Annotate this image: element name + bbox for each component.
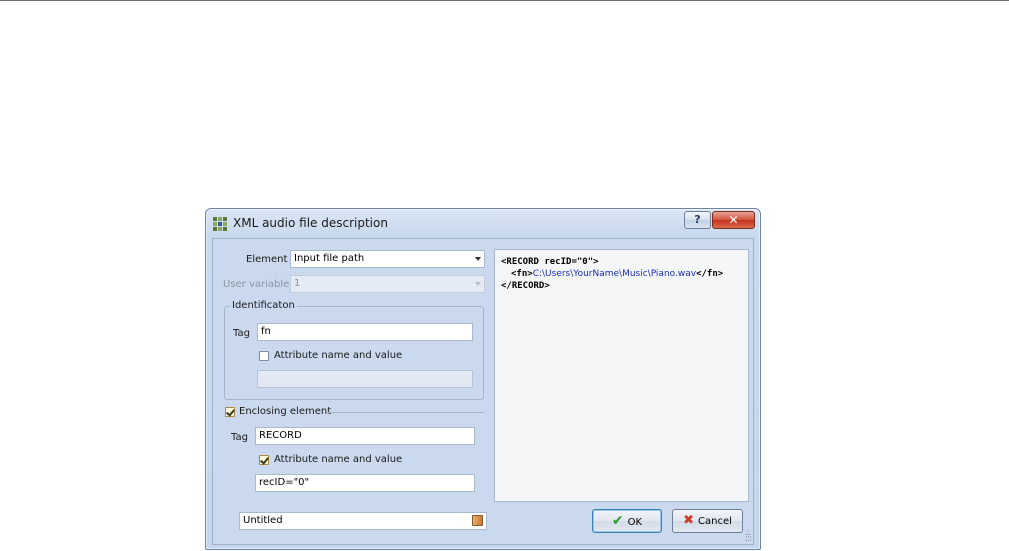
folder-icon[interactable] bbox=[472, 515, 483, 526]
xml-line-3: </RECORD> bbox=[501, 281, 550, 291]
enclosing-tag-input[interactable]: RECORD bbox=[255, 427, 475, 445]
close-button[interactable]: ✕ bbox=[712, 211, 755, 229]
identification-legend: Identificaton bbox=[230, 300, 297, 311]
enclosing-attribute-checkbox[interactable] bbox=[259, 455, 269, 465]
user-variable-select: 1 bbox=[290, 275, 485, 293]
identification-tag-value: fn bbox=[261, 326, 271, 337]
ok-button[interactable]: ✔ OK bbox=[592, 509, 662, 533]
xml-line-1: <RECORD recID="0"> bbox=[501, 257, 599, 267]
enclosing-separator bbox=[327, 412, 484, 413]
element-label: Element bbox=[246, 254, 288, 265]
dialog-window: XML audio file description ? ✕ Element I… bbox=[205, 208, 761, 550]
element-select-value: Input file path bbox=[294, 253, 365, 264]
xml-preview-panel[interactable]: <RECORD recID="0"> <fn>C:\Users\YourName… bbox=[494, 249, 749, 502]
enclosing-attribute-input[interactable]: recID="0" bbox=[255, 474, 475, 492]
identification-tag-label: Tag bbox=[233, 328, 250, 339]
help-button[interactable]: ? bbox=[684, 211, 711, 229]
file-name-input[interactable]: Untitled bbox=[239, 512, 487, 530]
user-variable-value: 1 bbox=[294, 278, 301, 289]
xml-line-2: <fn>C:\Users\YourName\Music\Piano.wav</f… bbox=[511, 269, 724, 279]
user-variable-label: User variable bbox=[223, 279, 290, 290]
enclosing-tag-value: RECORD bbox=[259, 430, 302, 441]
cancel-button[interactable]: ✖ Cancel bbox=[672, 509, 743, 533]
window-title: XML audio file description bbox=[233, 216, 388, 230]
element-select[interactable]: Input file path bbox=[290, 250, 485, 268]
chevron-down-icon bbox=[475, 257, 481, 261]
enclosing-element-checkbox[interactable] bbox=[225, 407, 235, 417]
enclosing-element-label: Enclosing element bbox=[239, 406, 332, 417]
file-name-value: Untitled bbox=[243, 515, 283, 526]
cross-icon: ✖ bbox=[683, 513, 694, 528]
enclosing-attribute-value: recID="0" bbox=[259, 477, 310, 488]
identification-attribute-input bbox=[257, 370, 473, 388]
dialog-client-area: Element Input file path User variable 1 … bbox=[212, 238, 754, 545]
title-bar[interactable]: XML audio file description ? ✕ bbox=[206, 209, 760, 237]
identification-tag-input[interactable]: fn bbox=[257, 323, 473, 341]
enclosing-tag-label: Tag bbox=[231, 432, 248, 443]
xml-grid-icon bbox=[213, 217, 227, 231]
enclosing-attribute-label: Attribute name and value bbox=[274, 454, 403, 465]
identification-attribute-label: Attribute name and value bbox=[274, 350, 403, 361]
identification-attribute-checkbox[interactable] bbox=[259, 351, 269, 361]
chevron-down-icon bbox=[475, 282, 481, 286]
checkmark-icon: ✔ bbox=[611, 513, 624, 529]
top-divider bbox=[0, 0, 1009, 1]
resize-grip-icon[interactable]: .:.::: bbox=[745, 529, 752, 544]
